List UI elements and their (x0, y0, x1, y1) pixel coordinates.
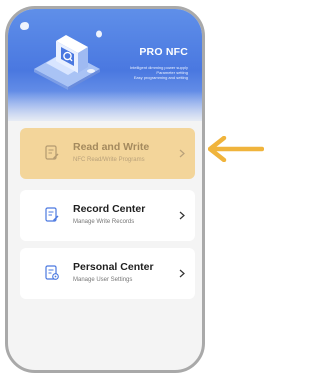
phone-frame: PRO NFC Intelligent dimming power supply… (5, 6, 205, 373)
chevron-right-icon (179, 269, 185, 278)
chevron-right-icon (179, 211, 185, 220)
nfc-read-write-icon (45, 145, 59, 160)
menu-item-title: Personal Center (73, 261, 154, 273)
record-icon (45, 207, 59, 222)
personal-settings-icon (45, 265, 59, 280)
menu-item-record-center[interactable]: Record Center Manage Write Records (20, 190, 195, 241)
menu-item-subtitle: Manage User Settings (73, 277, 133, 283)
app-title: PRO NFC (139, 46, 188, 58)
menu-item-subtitle: Manage Write Records (73, 219, 135, 225)
header-fade (8, 91, 202, 125)
menu-item-title: Read and Write (73, 141, 150, 153)
nfc-device-illustration (34, 35, 100, 90)
menu-item-personal-center[interactable]: Personal Center Manage User Settings (20, 248, 195, 299)
feature-text: Easy programming and setting (133, 75, 188, 80)
chevron-right-icon (179, 149, 185, 158)
menu-item-title: Record Center (73, 203, 146, 215)
menu-item-read-and-write[interactable]: Read and Write NFC Read/Write Programs (20, 128, 195, 179)
pointer-arrow-icon (208, 136, 264, 162)
decorative-bubble-icon (20, 22, 29, 30)
menu-item-subtitle: NFC Read/Write Programs (73, 157, 145, 163)
